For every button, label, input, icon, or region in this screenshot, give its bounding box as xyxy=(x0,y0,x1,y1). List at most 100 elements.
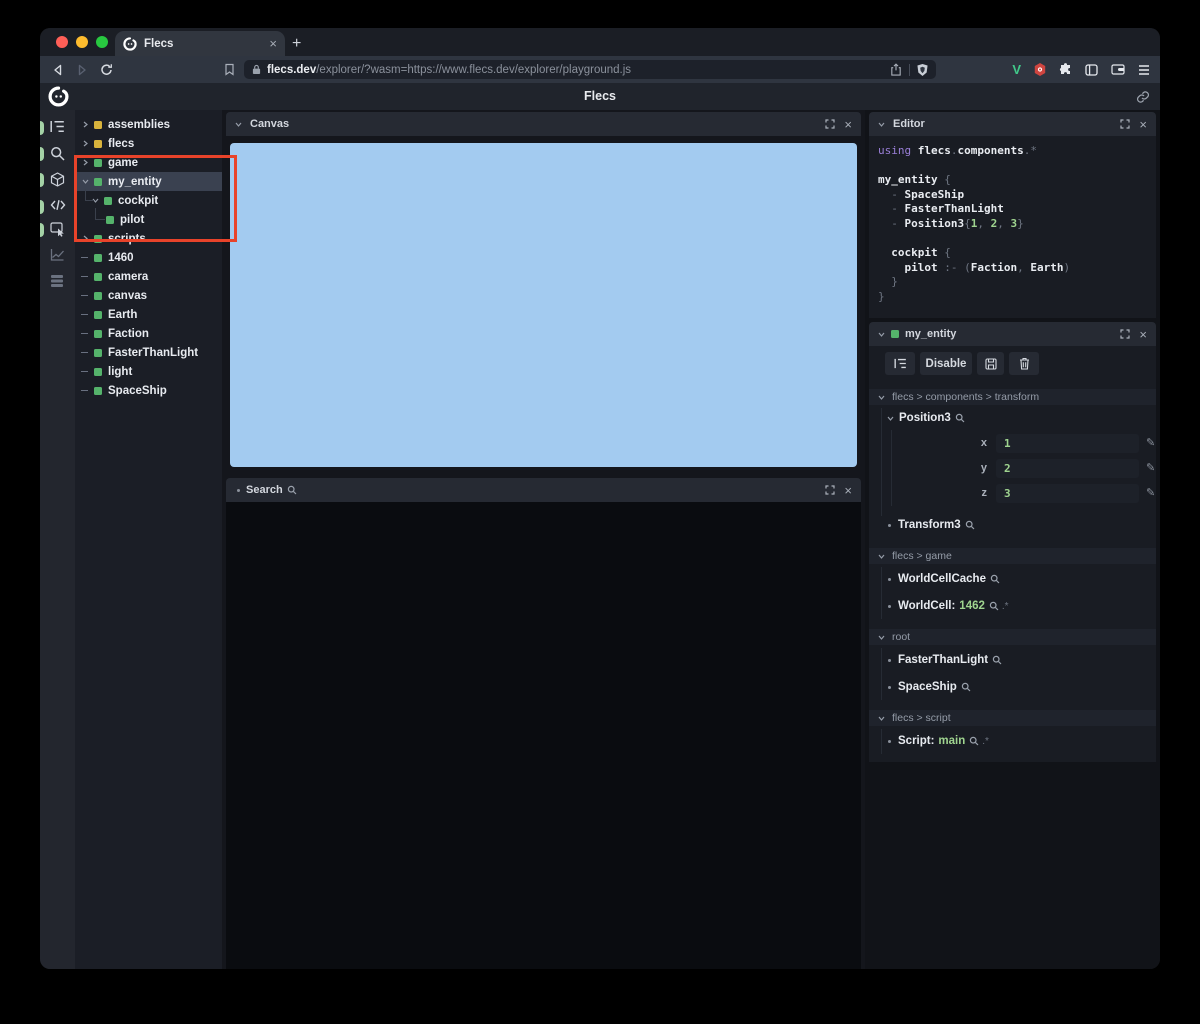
component-fasterthanlight[interactable]: FasterThanLight xyxy=(888,654,1002,666)
leaf-dash-icon xyxy=(81,371,88,372)
tree-item-canvas[interactable]: canvas xyxy=(75,286,222,305)
entities-cube-icon[interactable] xyxy=(50,172,66,188)
section-guide xyxy=(881,648,882,700)
search-icon[interactable] xyxy=(990,574,1000,584)
new-tab-button[interactable]: + xyxy=(292,31,301,56)
tree-item-1460[interactable]: 1460 xyxy=(75,248,222,267)
bookmark-icon[interactable] xyxy=(224,63,235,76)
back-icon[interactable] xyxy=(52,64,64,76)
hex-extension-icon[interactable] xyxy=(1034,63,1046,76)
window-minimize-button[interactable] xyxy=(76,36,88,48)
search-icon[interactable] xyxy=(965,520,975,530)
center-column: Canvas × Search × xyxy=(222,110,865,969)
section-header-script[interactable]: flecs > script xyxy=(869,710,1156,726)
close-icon[interactable]: × xyxy=(844,118,852,131)
chevron-right-icon[interactable] xyxy=(81,139,91,148)
inspector-icon[interactable] xyxy=(50,222,66,238)
search-icon[interactable] xyxy=(961,682,971,692)
extensions-puzzle-icon[interactable] xyxy=(1059,63,1072,76)
section-header-transform[interactable]: flecs > components > transform xyxy=(869,389,1156,405)
section-header-root[interactable]: root xyxy=(869,629,1156,645)
page-title: Flecs xyxy=(584,89,616,103)
component-worldcell[interactable]: WorldCell: 1462 .* xyxy=(888,600,1009,612)
tree-item-earth[interactable]: Earth xyxy=(75,305,222,324)
chevron-down-icon[interactable] xyxy=(877,330,887,339)
url-bar[interactable]: flecs.dev /explorer/?wasm=https://www.fl… xyxy=(244,60,936,79)
bullet-icon xyxy=(888,658,891,662)
canvas-panel-header[interactable]: Canvas × xyxy=(226,112,861,136)
active-indicator xyxy=(40,223,44,237)
search-icon[interactable] xyxy=(955,413,965,423)
tree-item-camera[interactable]: camera xyxy=(75,267,222,286)
delete-button[interactable] xyxy=(1009,352,1039,375)
inspector-panel-header[interactable]: my_entity × xyxy=(869,322,1156,346)
sidebar-icon[interactable] xyxy=(1085,63,1098,76)
chevron-down-icon[interactable] xyxy=(234,120,244,129)
section-guide xyxy=(881,729,882,754)
save-button[interactable] xyxy=(977,352,1004,375)
chevron-right-icon[interactable] xyxy=(81,120,91,129)
left-icon-strip xyxy=(40,110,76,969)
position-y-input[interactable]: 2 xyxy=(996,459,1139,478)
edit-icon[interactable]: ✎ xyxy=(1146,461,1155,474)
edit-icon[interactable]: ✎ xyxy=(1146,486,1155,499)
stats-chart-icon[interactable] xyxy=(50,248,66,264)
tree-item-spaceship[interactable]: SpaceShip xyxy=(75,381,222,400)
component-worldcellcache[interactable]: WorldCellCache xyxy=(888,573,1000,585)
tab-title: Flecs xyxy=(144,37,174,50)
tree-item-fasterthanlight[interactable]: FasterThanLight xyxy=(75,343,222,362)
share-icon[interactable] xyxy=(890,63,902,76)
fullscreen-icon[interactable] xyxy=(1120,329,1131,339)
window-zoom-button[interactable] xyxy=(96,36,108,48)
close-icon[interactable]: × xyxy=(1139,118,1147,131)
component-script[interactable]: Script: main .* xyxy=(888,735,989,747)
fullscreen-icon[interactable] xyxy=(825,485,836,495)
bullet-icon xyxy=(888,739,891,743)
entity-dot xyxy=(94,329,102,338)
fullscreen-icon[interactable] xyxy=(1120,119,1131,129)
filter-tree-button[interactable] xyxy=(885,352,915,375)
v-extension-icon[interactable]: V xyxy=(1012,62,1021,77)
chevron-down-icon[interactable] xyxy=(886,414,896,423)
flecs-favicon xyxy=(123,36,137,51)
code-editor[interactable]: using flecs.components.* my_entity { - S… xyxy=(869,136,1156,318)
reload-icon[interactable] xyxy=(100,63,113,76)
edit-icon[interactable]: ✎ xyxy=(1146,436,1155,449)
wallet-icon[interactable] xyxy=(1111,64,1125,75)
position-z-input[interactable]: 3 xyxy=(996,484,1139,503)
tree-item-assemblies[interactable]: assemblies xyxy=(75,115,222,134)
browser-tab[interactable]: Flecs × xyxy=(115,31,285,56)
position-x-input[interactable]: 1 xyxy=(996,434,1139,453)
query-tree-icon[interactable] xyxy=(50,120,66,136)
link-icon[interactable] xyxy=(1136,90,1150,104)
window-close-button[interactable] xyxy=(56,36,68,48)
tree-item-flecs[interactable]: flecs xyxy=(75,134,222,153)
editor-panel-header[interactable]: Editor × xyxy=(869,112,1156,136)
tab-close-icon[interactable]: × xyxy=(269,37,277,50)
extensions-row: V xyxy=(1012,60,1150,79)
url-path: /explorer/?wasm=https://www.flecs.dev/ex… xyxy=(316,63,632,76)
logs-icon[interactable] xyxy=(50,274,66,290)
menu-icon[interactable] xyxy=(1138,64,1150,75)
tree-item-faction[interactable]: Faction xyxy=(75,324,222,343)
component-position3[interactable]: Position3 xyxy=(886,412,965,424)
close-icon[interactable]: × xyxy=(1139,328,1147,341)
search-icon[interactable] xyxy=(992,655,1002,665)
brave-shield-icon[interactable] xyxy=(917,63,928,76)
search-icon[interactable] xyxy=(989,601,999,611)
browser-window: Flecs × + flecs.dev /explorer/?wasm=http… xyxy=(40,28,1160,969)
code-icon[interactable] xyxy=(50,199,66,215)
disable-button[interactable]: Disable xyxy=(920,352,972,375)
render-canvas[interactable] xyxy=(230,143,857,467)
chevron-down-icon[interactable] xyxy=(877,120,887,129)
search-panel-header[interactable]: Search × xyxy=(226,478,861,502)
close-icon[interactable]: × xyxy=(844,484,852,497)
component-spaceship[interactable]: SpaceShip xyxy=(888,681,971,693)
fullscreen-icon[interactable] xyxy=(825,119,836,129)
active-indicator xyxy=(40,147,44,161)
search-icon[interactable] xyxy=(50,146,66,162)
component-transform3[interactable]: Transform3 xyxy=(888,519,975,531)
tree-item-light[interactable]: light xyxy=(75,362,222,381)
search-icon[interactable] xyxy=(969,736,979,746)
section-header-game[interactable]: flecs > game xyxy=(869,548,1156,564)
